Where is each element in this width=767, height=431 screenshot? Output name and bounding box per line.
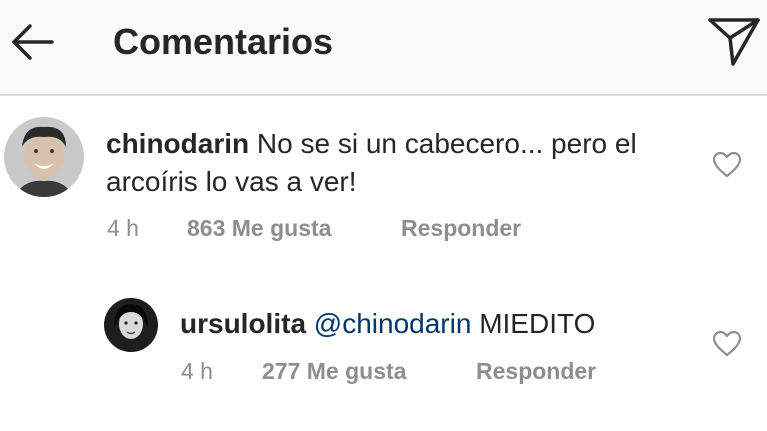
- comment-time: 4 h: [181, 358, 213, 384]
- profile-photo: [104, 298, 158, 352]
- like-button[interactable]: [712, 330, 742, 358]
- like-button[interactable]: [712, 151, 742, 179]
- reply-button[interactable]: Responder: [476, 357, 596, 385]
- paper-plane-icon: [708, 18, 760, 66]
- comment-body: MIEDITO: [479, 308, 596, 339]
- avatar-chinodarin[interactable]: [4, 117, 84, 197]
- back-button[interactable]: [8, 18, 56, 66]
- page-title: Comentarios: [113, 21, 334, 62]
- comment-time: 4 h: [107, 215, 139, 241]
- header-bar: Comentarios: [0, 0, 767, 96]
- likes-count[interactable]: 277 Me gusta: [262, 357, 406, 385]
- heart-icon: [712, 151, 742, 178]
- comment-username[interactable]: ursulolita: [180, 308, 306, 339]
- heart-icon: [712, 330, 742, 357]
- likes-count[interactable]: 863 Me gusta: [187, 214, 331, 242]
- share-button[interactable]: [706, 14, 762, 70]
- mention-link[interactable]: @chinodarin: [314, 308, 472, 339]
- profile-photo: [4, 117, 84, 197]
- comment-text: ursulolita @chinodarin MIEDITO: [180, 305, 700, 343]
- back-arrow-icon: [12, 24, 54, 60]
- reply-button[interactable]: Responder: [401, 214, 521, 242]
- comment-text: chinodarin No se si un cabecero... pero …: [106, 125, 706, 201]
- comment-username[interactable]: chinodarin: [106, 128, 249, 159]
- comment-meta: 4 h 277 Me gusta Responder: [0, 357, 767, 387]
- avatar-ursulolita[interactable]: [104, 298, 158, 352]
- comment-meta: 4 h 863 Me gusta Responder: [0, 214, 767, 244]
